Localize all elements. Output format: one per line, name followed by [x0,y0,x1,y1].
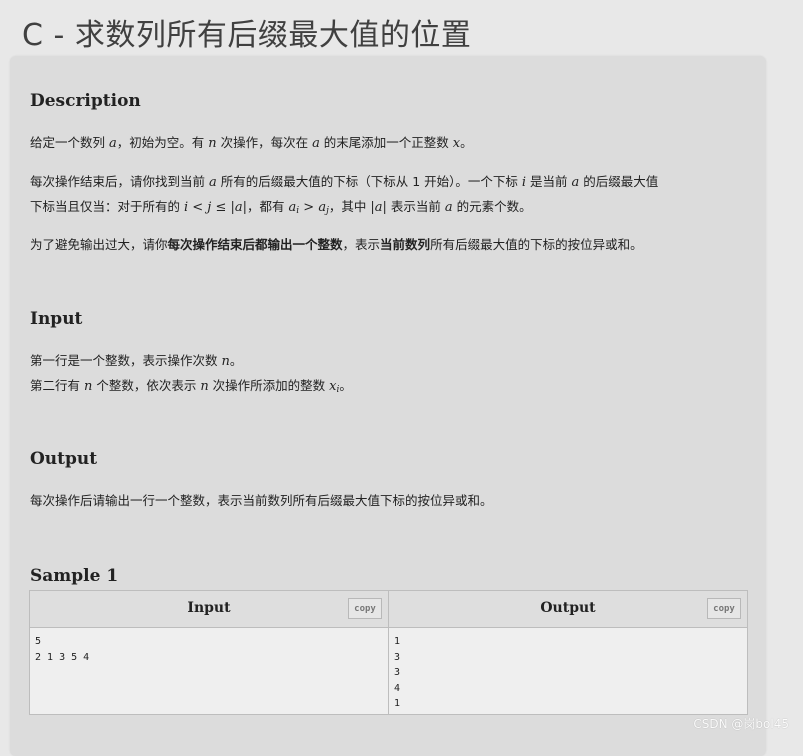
sample-output-header: Output copy [389,591,747,628]
sample-input-header: Input copy [30,591,388,628]
description-heading: Description [30,91,141,111]
output-heading: Output [30,449,97,469]
description-paragraph-3: 为了避免输出过大，请你每次操作结束后都输出一个整数，表示当前数列所有后缀最大值的… [30,233,760,257]
sample-input-column: Input copy 5 2 1 3 5 4 [30,591,389,714]
copy-output-button[interactable]: copy [707,598,741,619]
sample-heading: Sample 1 [30,566,118,586]
page-title: C - 求数列所有后缀最大值的位置 [22,10,471,54]
output-paragraph: 每次操作后请输出一行一个整数，表示当前数列所有后缀最大值下标的按位异或和。 [30,489,760,513]
sample-output-text[interactable]: 1 3 3 4 1 [389,628,747,714]
input-heading: Input [30,309,82,329]
sample-input-label: Input [30,600,388,616]
description-paragraph-2: 每次操作结束后，请你找到当前 a 所有的后缀最大值的下标（下标从 1 开始）。一… [30,170,760,223]
sample-input-text[interactable]: 5 2 1 3 5 4 [30,628,388,714]
copy-input-button[interactable]: copy [348,598,382,619]
sample-output-column: Output copy 1 3 3 4 1 [389,591,747,714]
sample-output-label: Output [389,600,747,616]
watermark: CSDN @岗bol45 [693,715,789,732]
description-paragraph-1: 给定一个数列 a，初始为空。有 n 次操作，每次在 a 的末尾添加一个正整数 x… [30,131,760,156]
input-paragraph: 第一行是一个整数，表示操作次数 n。 第二行有 n 个整数，依次表示 n 次操作… [30,349,760,402]
sample-table: Input copy 5 2 1 3 5 4 Output copy 1 3 3… [29,590,748,715]
